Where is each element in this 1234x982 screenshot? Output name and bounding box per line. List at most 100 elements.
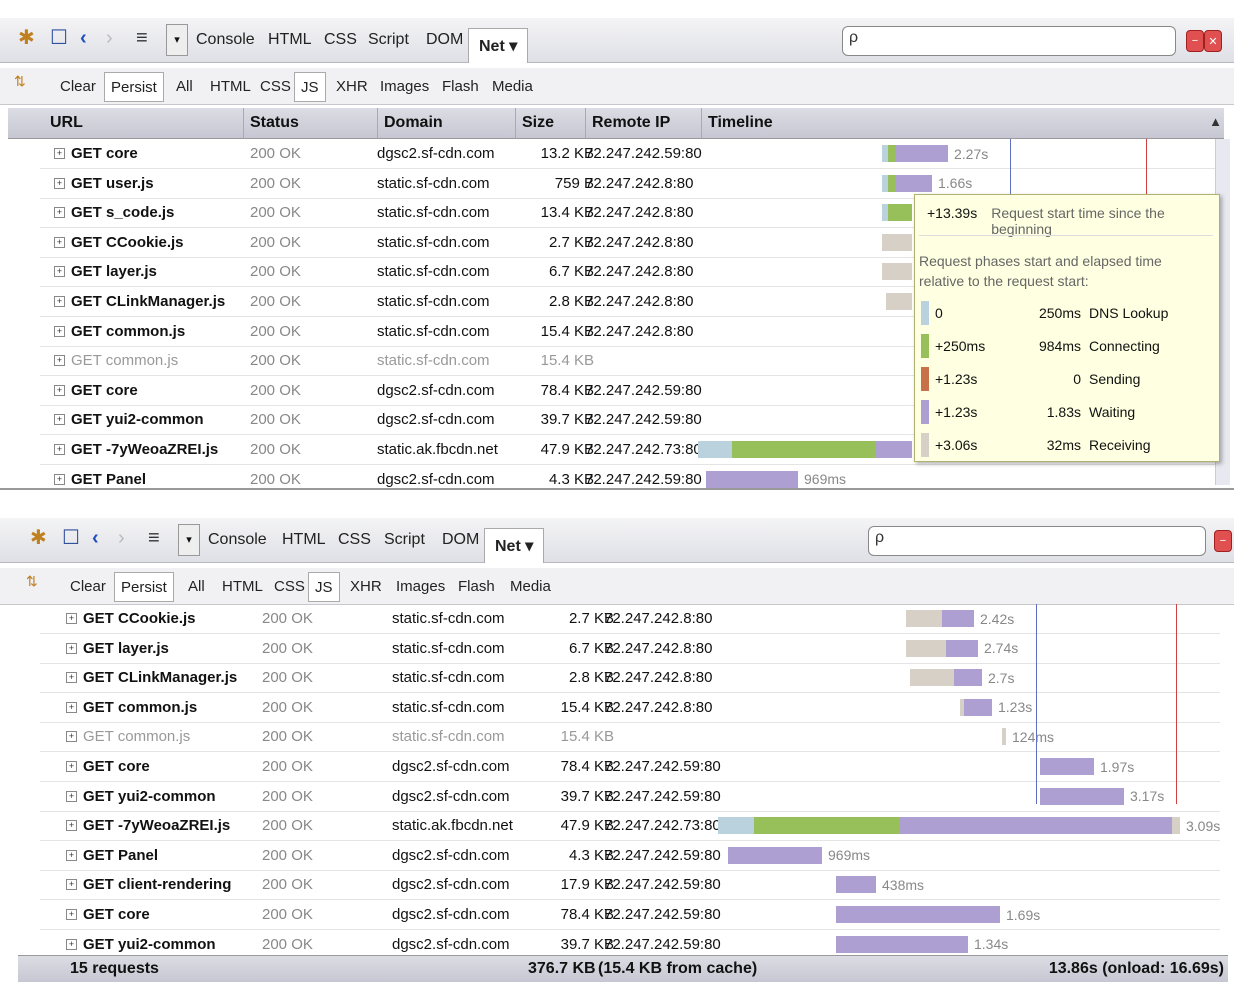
search-input[interactable]: ρ — [842, 26, 1176, 56]
forward-icon[interactable]: › — [106, 28, 113, 48]
tab-css[interactable]: CSS — [338, 518, 371, 562]
tab-html[interactable]: HTML — [282, 518, 326, 562]
close-button[interactable]: ✕ — [1204, 30, 1222, 52]
inspect-icon[interactable]: ☐ — [62, 528, 80, 548]
firebug-icon[interactable]: ✱ — [30, 528, 47, 548]
filter-images[interactable]: Images — [396, 568, 445, 604]
persist-button[interactable]: Persist — [114, 572, 174, 602]
expand-icon[interactable]: + — [54, 444, 65, 455]
filter-js[interactable]: JS — [308, 572, 340, 602]
filter-html[interactable]: HTML — [210, 68, 251, 104]
request-remote-ip: 72.247.242.59:80 — [585, 145, 702, 162]
filter-images[interactable]: Images — [380, 68, 429, 104]
request-row[interactable]: + GET -7yWeoaZREI.js 200 OK static.ak.fbcdn… — [40, 811, 1220, 842]
tab-console[interactable]: Console — [196, 18, 255, 62]
filter-media[interactable]: Media — [492, 68, 533, 104]
expand-icon[interactable]: + — [54, 148, 65, 159]
expand-icon[interactable]: + — [54, 236, 65, 248]
menu-dropdown-icon[interactable]: ▾ — [166, 24, 188, 56]
col-domain[interactable]: Domain — [378, 108, 516, 138]
expand-icon[interactable]: + — [54, 207, 65, 219]
back-icon[interactable]: ‹ — [80, 28, 87, 48]
expand-icon[interactable]: + — [66, 820, 77, 832]
timeline-bar — [836, 876, 876, 894]
col-remote-ip[interactable]: Remote IP — [586, 108, 702, 138]
request-row[interactable]: + GET layer.js 200 OK static.sf-cdn.com 6.7 … — [40, 634, 1220, 664]
expand-icon[interactable]: + — [66, 909, 77, 920]
request-size: 2.7 KB — [548, 233, 594, 251]
phase-elapsed: 250ms — [1038, 305, 1081, 321]
tab-css[interactable]: CSS — [324, 18, 357, 62]
filter-xhr[interactable]: XHR — [336, 68, 368, 104]
request-url: + GET Panel — [66, 841, 158, 870]
tab-html[interactable]: HTML — [268, 18, 312, 62]
expand-icon[interactable]: + — [66, 731, 77, 743]
expand-icon[interactable]: + — [66, 938, 77, 950]
forward-icon[interactable]: › — [118, 528, 125, 548]
expand-icon[interactable]: + — [66, 849, 77, 861]
menu-dropdown-icon[interactable]: ▾ — [178, 524, 200, 556]
request-row[interactable]: + GET yui2-common 200 OK dgsc2.sf-cdn.com 39… — [40, 782, 1220, 812]
request-row[interactable]: + GET core 200 OK dgsc2.sf-cdn.com 13.2 KB 72… — [40, 139, 1220, 169]
filter-all[interactable]: All — [188, 568, 205, 604]
filter-xhr[interactable]: XHR — [350, 568, 382, 604]
filter-js[interactable]: JS — [294, 72, 326, 102]
filter-html[interactable]: HTML — [222, 568, 263, 604]
expand-icon[interactable]: + — [66, 879, 77, 891]
expand-icon[interactable]: + — [54, 325, 65, 337]
request-remote-ip: 72.247.242.8:80 — [585, 322, 694, 340]
expand-icon[interactable]: + — [66, 642, 77, 654]
tab-net[interactable]: Net ▾ — [484, 528, 545, 563]
list-icon[interactable]: ≡ — [136, 28, 148, 48]
expand-icon[interactable]: + — [66, 672, 77, 684]
inspect-icon[interactable]: ☐ — [50, 28, 68, 48]
clear-button[interactable]: Clear — [60, 68, 96, 104]
request-row[interactable]: + GET core 200 OK dgsc2.sf-cdn.com 78.4 KB 72… — [40, 752, 1220, 782]
expand-icon[interactable]: + — [66, 790, 77, 802]
scroll-up-icon[interactable]: ▲ — [1209, 114, 1222, 129]
expand-icon[interactable]: + — [54, 296, 65, 307]
clear-button[interactable]: Clear — [70, 568, 106, 604]
filter-media[interactable]: Media — [510, 568, 551, 604]
tab-script[interactable]: Script — [384, 518, 425, 562]
request-row[interactable]: + GET core 200 OK dgsc2.sf-cdn.com 78.4 KB 72… — [40, 900, 1220, 930]
timeline-label: 1.97s — [1100, 758, 1135, 775]
request-row[interactable]: + GET client-rendering 200 OK dgsc2.sf-cdn.… — [40, 870, 1220, 901]
col-size[interactable]: Size — [516, 108, 586, 138]
col-url[interactable]: URL — [44, 108, 244, 138]
request-row[interactable]: + GET CCookie.js 200 OK static.sf-cdn.com 2.… — [40, 604, 1220, 634]
close-button[interactable]: − — [1214, 530, 1232, 552]
firebug-icon[interactable]: ✱ — [18, 28, 35, 48]
request-row[interactable]: + GET Panel 200 OK dgsc2.sf-cdn.com 4.3 KB 72… — [40, 465, 1220, 488]
expand-icon[interactable]: + — [66, 613, 77, 624]
expand-icon[interactable]: + — [54, 473, 65, 485]
col-timeline[interactable]: Timeline — [702, 108, 1210, 138]
expand-icon[interactable]: + — [54, 177, 65, 189]
expand-icon[interactable]: + — [54, 355, 65, 367]
tab-console[interactable]: Console — [208, 518, 267, 562]
list-icon[interactable]: ≡ — [148, 528, 160, 548]
back-icon[interactable]: ‹ — [92, 528, 99, 548]
filter-all[interactable]: All — [176, 68, 193, 104]
persist-button[interactable]: Persist — [104, 72, 164, 102]
expand-icon[interactable]: + — [54, 384, 65, 396]
filter-css[interactable]: CSS — [274, 568, 305, 604]
filter-flash[interactable]: Flash — [442, 68, 479, 104]
filter-css[interactable]: CSS — [260, 68, 291, 104]
request-row[interactable]: + GET Panel 200 OK dgsc2.sf-cdn.com 4.3 KB 72… — [40, 841, 1220, 871]
tab-net[interactable]: Net ▾ — [468, 28, 529, 63]
search-input[interactable]: ρ — [868, 526, 1206, 556]
col-status[interactable]: Status — [244, 108, 378, 138]
expand-icon[interactable]: + — [54, 266, 65, 278]
expand-icon[interactable]: + — [66, 761, 77, 772]
tab-dom[interactable]: DOM — [426, 18, 463, 62]
tab-dom[interactable]: DOM — [442, 518, 479, 562]
tab-script[interactable]: Script — [368, 18, 409, 62]
request-row[interactable]: + GET CLinkManager.js 200 OK static.sf-cdn.… — [40, 663, 1220, 694]
request-row[interactable]: + GET common.js 200 OK static.sf-cdn.com 15.… — [40, 693, 1220, 723]
expand-icon[interactable]: + — [66, 701, 77, 713]
filter-flash[interactable]: Flash — [458, 568, 495, 604]
expand-icon[interactable]: + — [54, 414, 65, 426]
minimize-button[interactable]: − — [1186, 30, 1204, 52]
request-row[interactable]: + GET common.js 200 OK static.sf-cdn.com 15.… — [40, 722, 1220, 753]
